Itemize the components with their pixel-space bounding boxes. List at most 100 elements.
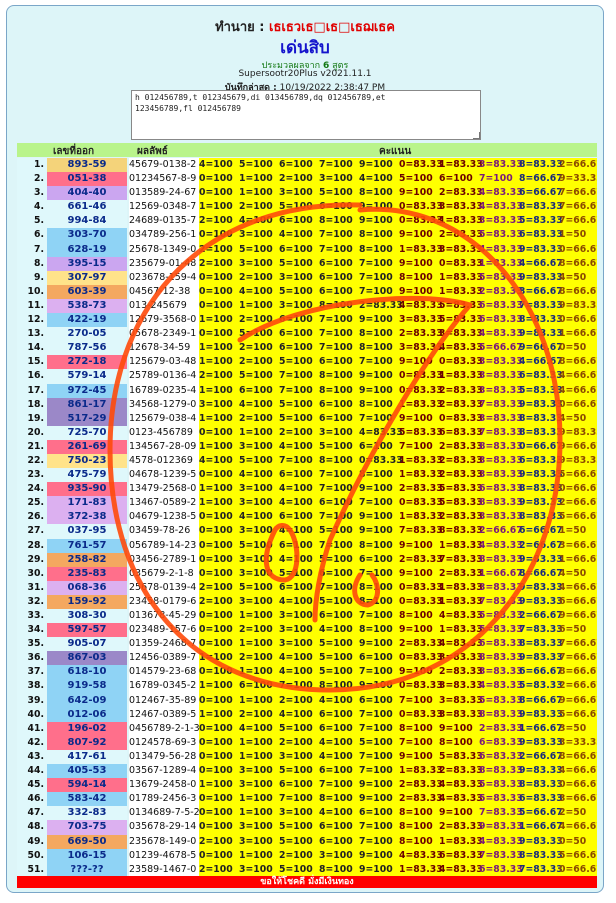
score-item: 7=100 xyxy=(279,793,313,805)
score-item: 7=100 xyxy=(279,454,313,466)
result-cell: 618-10 xyxy=(47,665,127,680)
score-item: 5=83.33 xyxy=(479,624,523,636)
score-item: 1=100 xyxy=(199,497,233,509)
row-number: 41. xyxy=(17,721,47,736)
row-number: 11. xyxy=(17,298,47,314)
score-item: 6=83.33 xyxy=(519,370,563,382)
score-item: 7=100 xyxy=(479,173,513,185)
score-item: 4=66.67 xyxy=(559,581,597,593)
table-row: 46. 583-42 01789-2456-3 0=100 1=100 7=100 8=10… xyxy=(17,792,597,807)
score-item: 0=66.67 xyxy=(559,243,597,255)
score-item: 6=83.33 xyxy=(439,426,483,438)
result-cell: 750-23 xyxy=(47,453,127,469)
score-item: 1=100 xyxy=(199,652,233,664)
score-item: 8=66.67 xyxy=(559,257,597,269)
table-row: 21. 261-69 134567-28-09 1=100 3=100 4=100 5=10… xyxy=(17,439,597,454)
score-item: 2=66.67 xyxy=(519,610,563,621)
score-item: 5=66.67 xyxy=(559,708,597,720)
score-item: 9=83.33 xyxy=(519,469,563,481)
score-item: 0=83.33 xyxy=(399,652,443,664)
row-number: 1. xyxy=(17,158,47,173)
table-row: 12. 422-19 12679-3568-0 1=100 2=100 6=100 7=10… xyxy=(17,313,597,328)
score-item: 4=83.33 xyxy=(439,793,483,805)
score-item: 1=100 xyxy=(199,779,233,791)
table-row: 9. 307-97 023678-159-4 0=100 2=100 3=100 6=100… xyxy=(17,270,597,285)
score-item: 2=66.67 xyxy=(559,159,597,170)
score-item: 8=100 xyxy=(319,299,353,311)
table-row: 16. 579-14 25789-0136-4 2=100 5=100 7=100 8=10… xyxy=(17,369,597,384)
score-item: 5=83.33 xyxy=(479,229,523,241)
score-item: 1=100 xyxy=(239,807,273,819)
score-item: 3=83.33 xyxy=(399,342,443,354)
table-row: 20. 725-70 0123-456789 0=100 1=100 2=100 3=100… xyxy=(17,425,597,440)
score-item: 0=100 xyxy=(199,426,233,438)
score-cell: 1=100 2=100 4=100 5=100 6=100 0=83.33 3=83.33 8… xyxy=(199,651,597,666)
score-item: 6=100 xyxy=(279,243,313,255)
score-cell: 0=100 1=100 2=100 3=100 4=83.33 5=83.33 6=83.3… xyxy=(199,425,597,440)
score-item: 4=100 xyxy=(239,722,273,734)
score-item: 5=100 xyxy=(319,666,353,678)
score-item: 2=66.67 xyxy=(559,680,597,692)
result-cell: 905-07 xyxy=(47,637,127,652)
score-item: 1=83.33 xyxy=(439,624,483,636)
result-cell: ???-?? xyxy=(47,862,127,877)
row-number: 34. xyxy=(17,623,47,638)
score-item: 1=83.33 xyxy=(399,765,443,777)
score-item: 9=83.33 xyxy=(519,595,563,607)
score-item: 6=100 xyxy=(239,680,273,692)
table-row: 34. 597-57 023489-157-6 0=100 2=100 3=100 4=10… xyxy=(17,623,597,638)
table-row: 43. 417-61 013479-56-28 0=100 1=100 3=100 4=10… xyxy=(17,749,597,765)
score-item: 9=83.33 xyxy=(559,454,597,466)
resize-handle-icon[interactable] xyxy=(473,132,480,139)
score-cell: 0=100 4=100 5=100 6=100 7=100 8=100 9=100 2=83.… xyxy=(199,721,597,736)
result-cell: 661-46 xyxy=(47,200,127,215)
score-item: 3=83.33 xyxy=(439,243,483,255)
score-item: 4=100 xyxy=(359,173,393,185)
row-number: 15. xyxy=(17,355,47,370)
result-cell: 307-97 xyxy=(47,270,127,285)
formula-textarea[interactable]: h 012456789,t 012345679,di 013456789,dq … xyxy=(131,90,481,140)
result-cell: 372-38 xyxy=(47,510,127,525)
score-cell: 2=100 5=100 6=100 7=100 8=100 0=83.33 1=83.33 3… xyxy=(199,580,597,595)
table-row: 19. 517-29 125679-038-4 1=100 2=100 5=100 6=10… xyxy=(17,411,597,426)
score-item: 8=100 xyxy=(359,328,393,340)
score-item: 4=100 xyxy=(239,398,273,410)
row-number: 37. xyxy=(17,665,47,680)
result-cell: 867-03 xyxy=(47,651,127,666)
score-item: 1=83.33 xyxy=(439,159,483,170)
score-item: 5=83.33 xyxy=(439,750,483,762)
row-number: 25. xyxy=(17,496,47,511)
score-item: 9=83.33 xyxy=(519,553,563,565)
score-item: 2=83.33 xyxy=(439,821,483,833)
score-item: 3=66.67 xyxy=(559,539,597,551)
table-row: 14. 787-56 12678-34-59 1=100 2=100 6=100 7=100… xyxy=(17,341,597,356)
score-cell: 2=100 3=100 5=100 6=100 7=100 8=100 1=83.33 4=8… xyxy=(199,834,597,849)
score-item: 1=83.33 xyxy=(439,539,483,551)
score-cell: 0=100 1=100 2=100 4=100 5=100 7=100 8=100 6=83.… xyxy=(199,735,597,750)
result-cell: 994-84 xyxy=(47,214,127,229)
analysis-cell: 0134689-7-5-2 xyxy=(129,806,199,821)
row-number: 32. xyxy=(17,594,47,609)
row-number: 12. xyxy=(17,313,47,328)
score-item: 6=83.33 xyxy=(479,299,523,311)
score-item: 8=100 xyxy=(359,581,393,593)
score-item: 9=100 xyxy=(399,412,433,424)
row-number: 9. xyxy=(17,270,47,285)
score-item: 2=83.33 xyxy=(439,384,483,396)
result-cell: 628-19 xyxy=(47,242,127,257)
score-item: 4=100 xyxy=(319,736,353,748)
score-item: 7=100 xyxy=(359,412,393,424)
analysis-cell: 0123-456789 xyxy=(129,425,199,440)
score-item: 9=100 xyxy=(399,539,433,551)
result-cell: 171-83 xyxy=(47,496,127,511)
score-item: 6=100 xyxy=(319,821,353,833)
row-number: 21. xyxy=(17,439,47,454)
score-item: 4=100 xyxy=(199,454,233,466)
score-item: 3=100 xyxy=(279,610,313,621)
row-number: 33. xyxy=(17,609,47,624)
score-item: 6=100 xyxy=(319,610,353,621)
score-item: 5=100 xyxy=(279,356,313,368)
score-item: 9=100 xyxy=(359,638,393,650)
analysis-cell: 235679-01-48 xyxy=(129,256,199,271)
score-item: 7=100 xyxy=(359,835,393,847)
